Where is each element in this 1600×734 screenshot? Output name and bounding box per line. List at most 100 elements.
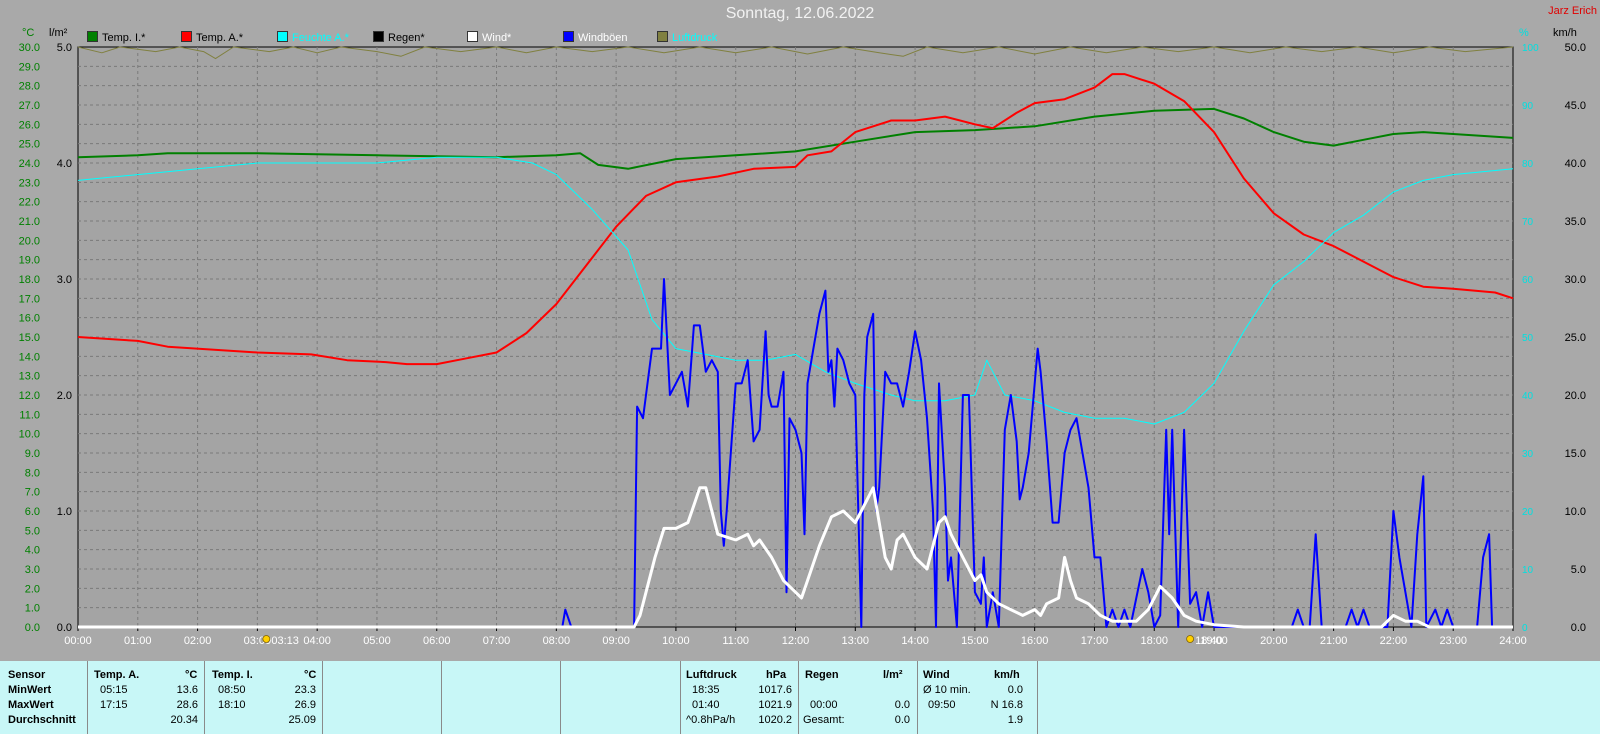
temp-i-unit: °C [304, 669, 317, 681]
sensor-header: Sensor [8, 669, 46, 681]
regen-header: Regen [805, 669, 839, 681]
luftdruck-max-time: 01:40 [692, 699, 720, 711]
sunset-icon [1186, 635, 1195, 643]
wind-tick-label: 40.0 [1565, 158, 1586, 170]
x-tick-label: 21:00 [1320, 635, 1348, 647]
luftdruck-min: 1017.6 [758, 684, 792, 696]
temp-i-avg: 25.09 [288, 714, 316, 726]
x-tick-label: 22:00 [1380, 635, 1408, 647]
x-tick-label: 16:00 [1021, 635, 1049, 647]
temp-tick-label: 18.0 [19, 274, 40, 286]
wind-min-label: Ø 10 min. [923, 684, 971, 696]
legend-item-temp-a: Temp. A.* [181, 31, 243, 44]
luftdruck-max: 1021.9 [758, 699, 792, 711]
temp-i-max: 26.9 [294, 699, 316, 711]
temp-a-max: 28.6 [176, 699, 198, 711]
temp-tick-label: 16.0 [19, 313, 40, 325]
temp-a-min: 13.6 [176, 684, 198, 696]
wind-tick-label: 45.0 [1565, 100, 1586, 112]
row-minwert: MinWert [8, 684, 52, 696]
regen-max: 0.0 [894, 699, 910, 711]
wind-unit: km/h [994, 669, 1020, 681]
x-tick-label: 17:00 [1081, 635, 1109, 647]
pct-tick-label: 60 [1522, 275, 1534, 286]
wind-tick-label: 10.0 [1565, 506, 1586, 518]
temp-tick-label: 23.0 [19, 177, 40, 189]
wind-tick-label: 15.0 [1565, 448, 1586, 460]
x-tick-label: 00:00 [64, 635, 92, 647]
temp-tick-label: 25.0 [19, 139, 40, 151]
temp-tick-label: 20.0 [19, 235, 40, 247]
x-tick-label: 07:00 [483, 635, 511, 647]
rain-tick-label: 5.0 [57, 42, 72, 54]
pct-tick-label: 0 [1522, 623, 1528, 634]
legend-label: Feuchte A.* [292, 32, 349, 44]
temp-tick-label: 12.0 [19, 390, 40, 402]
temp-a-avg: 20.34 [170, 714, 198, 726]
temp-tick-label: 11.0 [19, 409, 40, 421]
wind-header: Wind [923, 669, 950, 681]
temp-a-min-time: 05:15 [100, 684, 128, 696]
x-tick-label: 20:00 [1260, 635, 1288, 647]
temp-tick-label: 6.0 [25, 506, 40, 518]
x-tick-label: 05:00 [363, 635, 391, 647]
x-tick-label: 18:00 [1140, 635, 1168, 647]
sunrise-label: 03:13 [271, 635, 299, 647]
legend-swatch [181, 31, 192, 42]
temp-tick-label: 26.0 [19, 119, 40, 131]
luftdruck-avg: 1020.2 [758, 714, 792, 726]
wind-max: N 16.8 [990, 699, 1023, 711]
temp-tick-label: 10.0 [19, 429, 40, 441]
legend-swatch [467, 31, 478, 42]
legend-swatch [87, 31, 98, 42]
legend-item-luftdruck: Luftdruck [657, 31, 717, 44]
pct-tick-label: 40 [1522, 391, 1534, 402]
weather-chart: 0.0 1.0 2.0 3.0 4.0 5.0 6.0 7.0 8.0 9.0 10.0 11.0 12… [19, 42, 1586, 647]
pct-tick-label: 10 [1522, 565, 1534, 576]
temp-tick-label: 29.0 [19, 61, 40, 73]
temp-tick-label: 22.0 [19, 197, 40, 209]
luftdruck-header: Luftdruck [686, 669, 737, 681]
rain-tick-label: 1.0 [57, 506, 72, 518]
pct-tick-label: 100 [1522, 43, 1539, 54]
temp-tick-label: 8.0 [25, 467, 40, 479]
temp-tick-label: 0.0 [25, 622, 40, 634]
unit-pct: % [1519, 27, 1529, 39]
x-tick-label: 12:00 [782, 635, 810, 647]
legend-label: Temp. A.* [196, 32, 244, 44]
temp-i-min-time: 08:50 [218, 684, 246, 696]
temp-i-max-time: 18:10 [218, 699, 246, 711]
wind-avg: 1.9 [1007, 714, 1023, 726]
temp-tick-label: 13.0 [19, 371, 40, 383]
wind-tick-label: 0.0 [1571, 622, 1586, 634]
legend-item-wind: Wind* [467, 31, 511, 44]
legend-swatch [277, 31, 288, 42]
legend-item-windboeen: Windböen [563, 31, 628, 44]
regen-total-label: Gesamt: [803, 714, 845, 726]
x-tick-label: 14:00 [901, 635, 929, 647]
x-tick-label: 06:00 [423, 635, 451, 647]
wind-min: 0.0 [1007, 684, 1023, 696]
temp-a-max-time: 17:15 [100, 699, 128, 711]
legend-label: Regen* [388, 32, 425, 44]
x-tick-label: 13:00 [842, 635, 870, 647]
wind-tick-label: 30.0 [1565, 274, 1586, 286]
legend-label: Wind* [482, 32, 512, 44]
temp-tick-label: 27.0 [19, 100, 40, 112]
legend-item-temp-i: Temp. I.* [87, 31, 145, 44]
wind-tick-label: 20.0 [1565, 390, 1586, 402]
pct-tick-label: 50 [1522, 333, 1534, 344]
temp-tick-label: 15.0 [19, 332, 40, 344]
row-maxwert: MaxWert [8, 699, 54, 711]
legend-item-regen: Regen* [373, 31, 425, 44]
unit-wind: km/h [1553, 27, 1577, 39]
pct-tick-label: 80 [1522, 159, 1534, 170]
luftdruck-unit: hPa [766, 669, 787, 681]
temp-tick-label: 3.0 [25, 564, 40, 576]
x-tick-label: 10:00 [662, 635, 690, 647]
unit-temp: °C [22, 27, 35, 39]
temp-tick-label: 19.0 [19, 255, 40, 267]
wind-tick-label: 5.0 [1571, 564, 1586, 576]
temp-tick-label: 14.0 [19, 351, 40, 363]
temp-tick-label: 17.0 [19, 293, 40, 305]
